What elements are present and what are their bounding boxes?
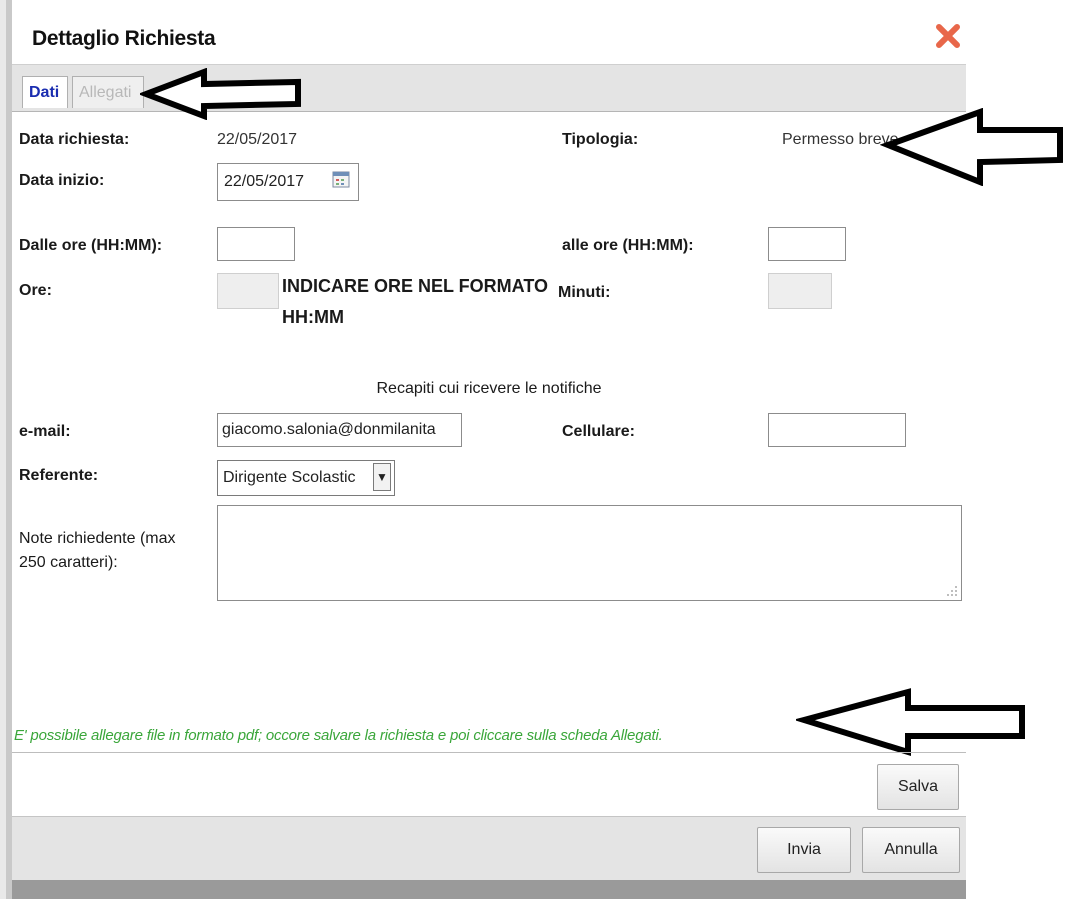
dalle-ore-label: Dalle ore (HH:MM): bbox=[19, 237, 163, 254]
ore-field bbox=[217, 273, 279, 309]
arrow-annotation-tabs bbox=[140, 68, 301, 120]
hours-format-warning-line1: INDICARE ORE NEL FORMATO bbox=[282, 276, 549, 296]
dialog-title: Dettaglio Richiesta bbox=[32, 27, 216, 50]
data-richiesta-value: 22/05/2017 bbox=[217, 131, 298, 148]
data-inizio-label: Data inizio: bbox=[19, 172, 105, 189]
dalle-ore-input[interactable] bbox=[217, 227, 295, 261]
separator bbox=[12, 752, 966, 753]
cellulare-label: Cellulare: bbox=[562, 423, 635, 440]
cellulare-input[interactable] bbox=[768, 413, 906, 447]
note-label-line2: 250 caratteri): bbox=[19, 554, 118, 571]
annulla-button[interactable]: Annulla bbox=[862, 827, 960, 873]
referente-selected-value: Dirigente Scolastic bbox=[223, 469, 356, 486]
tab-allegati[interactable]: Allegati bbox=[72, 76, 144, 108]
email-input[interactable]: giacomo.salonia@donmilanita bbox=[217, 413, 462, 447]
minuti-field bbox=[768, 273, 832, 309]
invia-button[interactable]: Invia bbox=[757, 827, 851, 873]
resize-grip-icon[interactable] bbox=[946, 585, 958, 597]
referente-label: Referente: bbox=[19, 467, 99, 484]
referente-select[interactable]: Dirigente Scolastic bbox=[217, 460, 395, 496]
minuti-label: Minuti: bbox=[558, 284, 611, 301]
arrow-annotation-info bbox=[796, 688, 1025, 757]
chevron-down-icon[interactable]: ▼ bbox=[373, 463, 391, 491]
allegati-info-text: E' possibile allegare file in formato pd… bbox=[14, 727, 663, 744]
recapiti-section-title: Recapiti cui ricevere le notifiche bbox=[376, 380, 602, 397]
hours-format-warning-line2: HH:MM bbox=[282, 307, 344, 327]
tab-dati[interactable]: Dati bbox=[22, 76, 68, 108]
underlying-page-bottom-bar bbox=[12, 880, 966, 899]
close-icon[interactable] bbox=[934, 22, 962, 50]
alle-ore-label: alle ore (HH:MM): bbox=[562, 237, 694, 254]
data-richiesta-label: Data richiesta: bbox=[19, 131, 130, 148]
salva-button[interactable]: Salva bbox=[877, 764, 959, 810]
alle-ore-input[interactable] bbox=[768, 227, 846, 261]
note-label-line1: Note richiedente (max bbox=[19, 530, 176, 547]
underlying-page-edge-inner bbox=[0, 0, 6, 899]
ore-label: Ore: bbox=[19, 282, 52, 299]
note-textarea[interactable] bbox=[217, 505, 962, 601]
calendar-icon[interactable] bbox=[332, 170, 350, 188]
email-label: e-mail: bbox=[19, 423, 71, 440]
arrow-annotation-tipologia bbox=[880, 108, 1063, 186]
tipologia-label: Tipologia: bbox=[562, 131, 639, 148]
